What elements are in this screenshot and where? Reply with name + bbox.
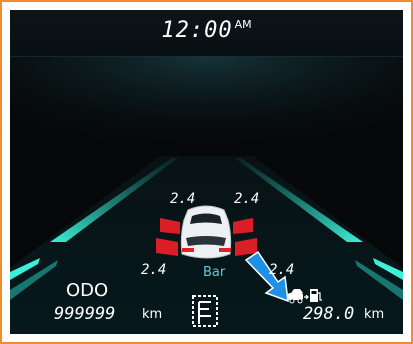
tire-pressure-front-right: 2.4 xyxy=(234,191,260,207)
odometer-label: ODO xyxy=(66,280,109,301)
tire-pressure-front-left: 2.4 xyxy=(170,191,196,207)
pressure-unit: Bar xyxy=(203,265,226,280)
instrument-cluster: 12:00 AM 2.4 2.4 2.4 2.4 Bar ODO 999999 … xyxy=(10,10,403,334)
odometer-unit: km xyxy=(142,307,163,322)
odometer-value: 999999 xyxy=(54,304,116,324)
car-top-view-icon xyxy=(180,205,232,259)
range-unit: km xyxy=(364,307,385,322)
tire-pressure-rear-left: 2.4 xyxy=(141,262,167,278)
range-value: 298.0 xyxy=(303,304,355,324)
tire-pressure-rear-right: 2.4 xyxy=(269,262,295,278)
